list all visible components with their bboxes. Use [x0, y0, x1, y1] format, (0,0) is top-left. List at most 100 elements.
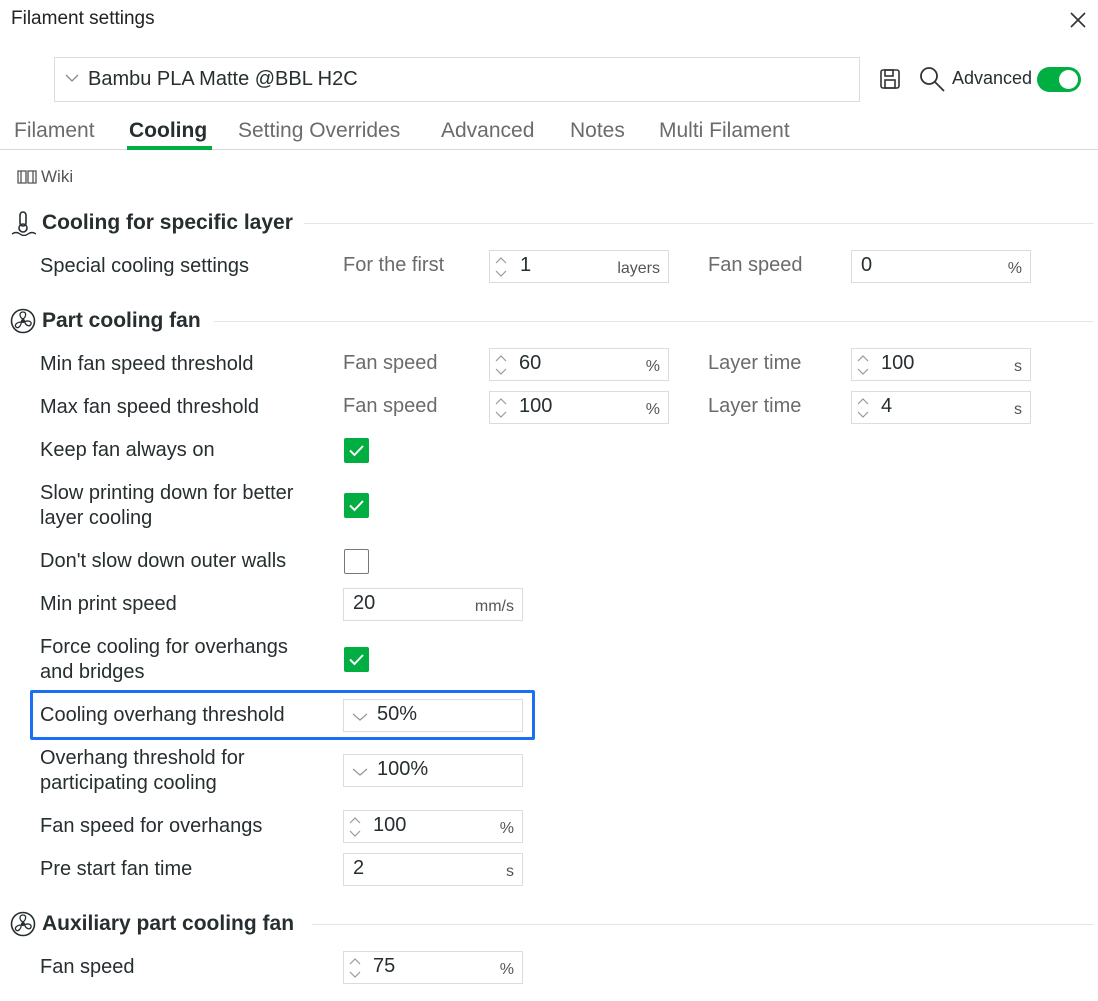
tab-bar: Filament Cooling Setting Overrides Advan… — [0, 116, 1098, 150]
max-layer-time-input[interactable]: 4 s — [851, 391, 1031, 424]
input-value: 2 — [353, 857, 365, 879]
label-line: participating cooling — [40, 772, 217, 794]
min-layer-time-input[interactable]: 100 s — [851, 348, 1031, 381]
preset-name: Bambu PLA Matte @BBL H2C — [88, 68, 358, 90]
divider — [214, 321, 1094, 322]
divider — [312, 924, 1094, 925]
spin-arrows-icon[interactable] — [494, 395, 508, 421]
advanced-label: Advanced — [952, 68, 1033, 88]
input-value: 100 — [373, 814, 407, 836]
active-tab-indicator — [127, 146, 212, 150]
spin-arrows-icon[interactable] — [348, 814, 362, 840]
input-value: 1 — [520, 254, 532, 276]
label-line: layer cooling — [40, 507, 153, 529]
fan-icon — [10, 911, 36, 937]
label-line: and bridges — [40, 661, 145, 683]
spin-arrows-icon[interactable] — [856, 352, 870, 378]
layer-time-sublabel: Layer time — [708, 395, 802, 417]
overhang-participating-select[interactable]: 100% — [343, 754, 523, 787]
dont-slow-outer-label: Don't slow down outer walls — [40, 550, 287, 572]
force-cooling-checkbox[interactable] — [344, 647, 369, 672]
fan-speed-sublabel: Fan speed — [343, 395, 438, 417]
for-the-first-label: For the first — [343, 254, 445, 276]
tab-notes[interactable]: Notes — [570, 119, 625, 143]
section-title: Auxiliary part cooling fan — [42, 912, 295, 935]
label-line: Overhang threshold for — [40, 747, 245, 769]
aux-fan-speed-input[interactable]: 75 % — [343, 951, 523, 984]
max-fan-threshold-label: Max fan speed threshold — [40, 396, 260, 418]
section-header-specific-layer: Cooling for specific layer — [10, 210, 293, 236]
unit-label: % — [499, 961, 514, 978]
unit-label: % — [645, 358, 660, 375]
save-icon[interactable] — [877, 66, 903, 92]
spin-arrows-icon[interactable] — [494, 254, 508, 280]
dont-slow-outer-checkbox[interactable] — [344, 549, 369, 574]
search-icon[interactable] — [918, 65, 946, 93]
section-title: Part cooling fan — [42, 309, 201, 332]
special-cooling-label: Special cooling settings — [40, 255, 250, 277]
input-value: 60 — [519, 352, 542, 374]
min-print-speed-label: Min print speed — [40, 593, 177, 615]
layer-time-sublabel: Layer time — [708, 352, 802, 374]
tab-setting-overrides[interactable]: Setting Overrides — [238, 119, 400, 143]
max-fan-speed-input[interactable]: 100 % — [489, 391, 669, 424]
input-value: 100 — [881, 352, 915, 374]
min-fan-threshold-label: Min fan speed threshold — [40, 353, 254, 375]
unit-label: mm/s — [474, 598, 514, 615]
tab-multi-filament[interactable]: Multi Filament — [659, 119, 790, 143]
section-header-aux-fan: Auxiliary part cooling fan — [10, 911, 294, 937]
advanced-toggle[interactable] — [1037, 67, 1081, 92]
special-fan-speed-input[interactable]: 0 % — [851, 250, 1031, 283]
label-line: Slow printing down for better — [40, 482, 294, 504]
force-cooling-label: Force cooling for overhangs and bridges — [40, 635, 288, 685]
fan-overhangs-input[interactable]: 100 % — [343, 810, 523, 843]
pre-start-label: Pre start fan time — [40, 858, 193, 880]
cooling-overhang-threshold-select[interactable]: 50% — [343, 699, 523, 732]
input-value: 4 — [881, 395, 893, 417]
keep-fan-on-label: Keep fan always on — [40, 439, 215, 461]
check-icon — [349, 500, 364, 512]
first-layers-input[interactable]: 1 layers — [489, 250, 669, 283]
input-value: 100 — [519, 395, 553, 417]
overhang-participating-label: Overhang threshold for participating coo… — [40, 746, 245, 796]
chevron-down-icon — [352, 713, 368, 721]
min-fan-speed-input[interactable]: 60 % — [489, 348, 669, 381]
unit-label: s — [1014, 358, 1022, 375]
min-print-speed-input[interactable]: 20 mm/s — [343, 588, 523, 621]
slow-down-checkbox[interactable] — [344, 493, 369, 518]
check-icon — [349, 445, 364, 457]
wiki-label: Wiki — [41, 167, 74, 186]
section-header-part-cooling-fan: Part cooling fan — [10, 308, 201, 334]
fan-speed-label: Fan speed — [708, 254, 803, 276]
aux-fan-speed-label: Fan speed — [40, 956, 135, 978]
unit-label: s — [506, 863, 514, 880]
window-title: Filament settings — [11, 8, 155, 29]
chevron-down-icon — [65, 74, 79, 82]
tab-filament[interactable]: Filament — [14, 119, 95, 143]
input-value: 20 — [353, 592, 376, 614]
tab-cooling[interactable]: Cooling — [129, 119, 207, 143]
spin-arrows-icon[interactable] — [856, 395, 870, 421]
keep-fan-on-checkbox[interactable] — [344, 438, 369, 463]
cooling-overhang-threshold-label: Cooling overhang threshold — [40, 704, 285, 726]
unit-label: s — [1014, 401, 1022, 418]
fan-speed-sublabel: Fan speed — [343, 352, 438, 374]
select-value: 50% — [377, 703, 418, 725]
check-icon — [349, 654, 364, 666]
label-line: Force cooling for overhangs — [40, 636, 288, 658]
preset-dropdown[interactable]: Bambu PLA Matte @BBL H2C — [54, 57, 860, 102]
unit-label: layers — [617, 260, 660, 277]
section-title: Cooling for specific layer — [42, 211, 293, 234]
wiki-link[interactable]: Wiki — [16, 167, 73, 187]
spin-arrows-icon[interactable] — [494, 352, 508, 378]
unit-label: % — [645, 401, 660, 418]
pre-start-input[interactable]: 2 s — [343, 853, 523, 886]
unit-label: % — [499, 820, 514, 837]
fan-overhangs-label: Fan speed for overhangs — [40, 815, 263, 837]
close-icon[interactable] — [1066, 8, 1090, 32]
spin-arrows-icon[interactable] — [348, 955, 362, 981]
unit-label: % — [1007, 260, 1022, 277]
select-value: 100% — [377, 758, 429, 780]
divider — [304, 223, 1094, 224]
tab-advanced[interactable]: Advanced — [441, 119, 534, 143]
